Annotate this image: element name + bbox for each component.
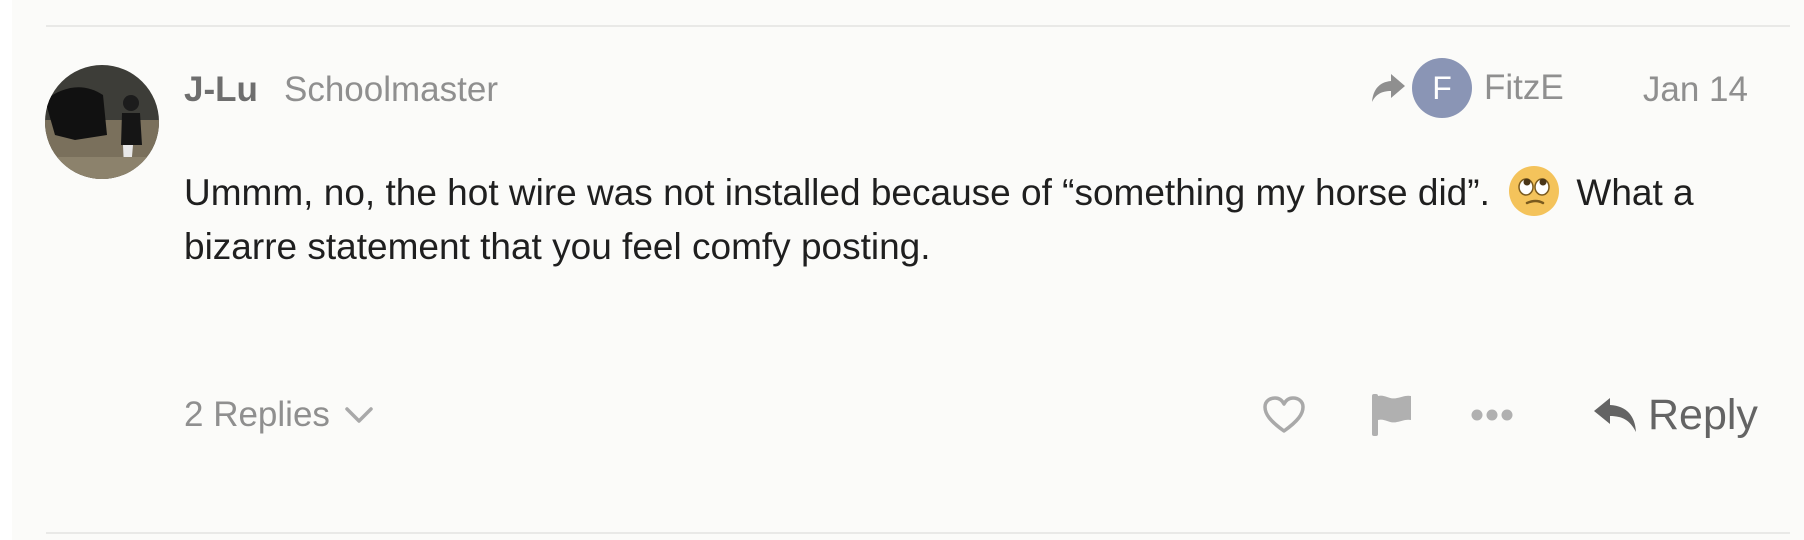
post-body: Ummm, no, the hot wire was not installed…	[184, 165, 1744, 274]
replies-count-label: 2 Replies	[184, 395, 330, 434]
reply-arrow-icon	[1594, 398, 1636, 432]
chevron-down-icon	[345, 407, 373, 423]
author-avatar[interactable]	[45, 65, 159, 179]
post-date[interactable]: Jan 14	[1643, 70, 1748, 110]
post-article: J-Lu Schoolmaster F FitzE Jan 14 Ummm, n…	[12, 0, 1804, 540]
like-button[interactable]	[1262, 385, 1306, 445]
roll-eyes-emoji-icon	[1508, 165, 1560, 217]
reply-to-avatar: F	[1412, 58, 1472, 118]
reply-button[interactable]: Reply	[1592, 385, 1758, 445]
post-body-text-1: Ummm, no, the hot wire was not installed…	[184, 172, 1490, 213]
flag-button[interactable]	[1369, 385, 1413, 445]
bottom-divider	[46, 532, 1790, 534]
replies-toggle-button[interactable]: 2 Replies	[184, 390, 374, 440]
show-more-actions-button[interactable]	[1470, 385, 1514, 445]
author-user-title: Schoolmaster	[284, 70, 498, 109]
heart-icon	[1263, 396, 1305, 433]
ellipsis-icon	[1471, 409, 1513, 421]
reply-to-link[interactable]: F FitzE	[1368, 58, 1564, 118]
author-username[interactable]: J-Lu	[184, 70, 258, 110]
flag-icon	[1372, 394, 1411, 436]
top-divider	[46, 25, 1790, 27]
reply-to-username: FitzE	[1484, 68, 1564, 107]
share-arrow-icon	[1372, 74, 1405, 102]
page: J-Lu Schoolmaster F FitzE Jan 14 Ummm, n…	[0, 0, 1804, 540]
reply-button-label: Reply	[1648, 390, 1758, 439]
